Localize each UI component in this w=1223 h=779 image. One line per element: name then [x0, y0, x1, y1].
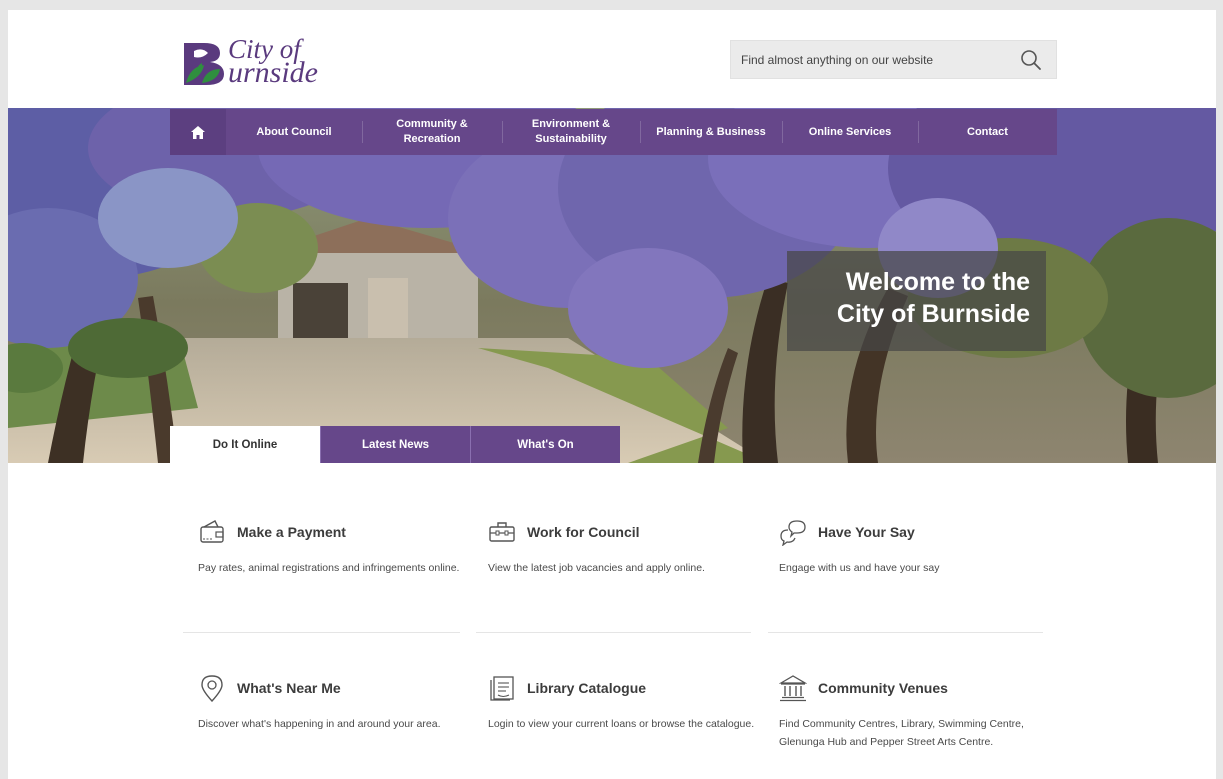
nav-item-community-recreation[interactable]: Community & Recreation — [362, 109, 502, 155]
nav-item-online-services[interactable]: Online Services — [782, 109, 918, 155]
tab-label: Do It Online — [212, 438, 278, 451]
card-description: Engage with us and have your say — [779, 562, 940, 574]
card-work-for-council[interactable]: Work for Council View the latest job vac… — [488, 517, 758, 578]
search-icon[interactable] — [1020, 49, 1042, 71]
card-description: Login to view your current loans or brow… — [488, 718, 755, 730]
card-title[interactable]: Work for Council — [527, 524, 640, 540]
welcome-line1: Welcome to the — [845, 268, 1030, 296]
nav-item-label: About Council — [256, 125, 332, 138]
card-whats-near-me[interactable]: What's Near Me Discover what's happening… — [198, 673, 468, 734]
tab-latest-news[interactable]: Latest News — [320, 426, 470, 463]
tab-label: Latest News — [361, 438, 430, 451]
briefcase-icon — [489, 522, 515, 542]
nav-item-planning-business[interactable]: Planning & Business — [640, 109, 782, 155]
tab-label: What's On — [517, 438, 574, 451]
card-title[interactable]: What's Near Me — [237, 680, 341, 696]
welcome-banner: Welcome to the City of Burnside — [787, 251, 1046, 351]
page: City of urnside Find almost anything on … — [8, 10, 1216, 779]
nav-item-environment-sustainability[interactable]: Environment & Sustainability — [502, 109, 640, 155]
nav-item-label: Community & Recreation — [396, 118, 468, 145]
nav-item-label: Planning & Business — [656, 125, 766, 138]
card-title[interactable]: Make a Payment — [237, 524, 346, 540]
building-icon — [779, 675, 807, 702]
chat-bubbles-icon — [780, 520, 806, 546]
divider — [768, 632, 1043, 633]
divider — [476, 632, 751, 633]
welcome-line2: City of Burnside — [836, 300, 1030, 328]
content-tabs: Do It Online Latest News What's On — [170, 426, 620, 463]
tab-do-it-online[interactable]: Do It Online — [170, 426, 320, 463]
logo-text-line2: urnside — [228, 56, 318, 89]
nav-item-contact[interactable]: Contact — [918, 109, 1057, 155]
card-description: Discover what's happening in and around … — [198, 718, 441, 730]
tab-whats-on[interactable]: What's On — [470, 426, 620, 463]
card-description: Find Community Centres, Library, Swimmin… — [779, 718, 1024, 748]
main-navigation: About Council Community & Recreation Env… — [170, 109, 1057, 155]
card-title[interactable]: Library Catalogue — [527, 680, 646, 696]
nav-item-label: Environment & Sustainability — [531, 118, 611, 145]
card-title[interactable]: Community Venues — [818, 680, 948, 696]
nav-item-label: Online Services — [808, 125, 892, 138]
card-title[interactable]: Have Your Say — [818, 524, 915, 540]
search-input[interactable] — [741, 50, 1011, 70]
city-of-burnside-logo[interactable]: City of urnside — [180, 35, 340, 97]
card-description: View the latest job vacancies and apply … — [488, 562, 705, 574]
location-pin-icon — [201, 675, 223, 702]
logo-mark-icon — [184, 43, 224, 85]
nav-item-about-council[interactable]: About Council — [226, 109, 362, 155]
divider — [183, 632, 460, 633]
wallet-icon — [200, 520, 224, 543]
nav-item-label: Contact — [967, 125, 1008, 138]
nav-home-button[interactable] — [170, 109, 226, 155]
card-library-catalogue[interactable]: Library Catalogue Login to view your cur… — [488, 673, 758, 734]
card-community-venues[interactable]: Community Venues Find Community Centres,… — [779, 673, 1049, 751]
home-icon — [191, 125, 205, 139]
card-have-your-say[interactable]: Have Your Say Engage with us and have yo… — [779, 517, 1049, 578]
library-card-icon — [490, 676, 514, 701]
card-make-a-payment[interactable]: Make a Payment Pay rates, animal registr… — [198, 517, 468, 578]
search-box — [730, 40, 1057, 79]
card-description: Pay rates, animal registrations and infr… — [198, 562, 460, 574]
